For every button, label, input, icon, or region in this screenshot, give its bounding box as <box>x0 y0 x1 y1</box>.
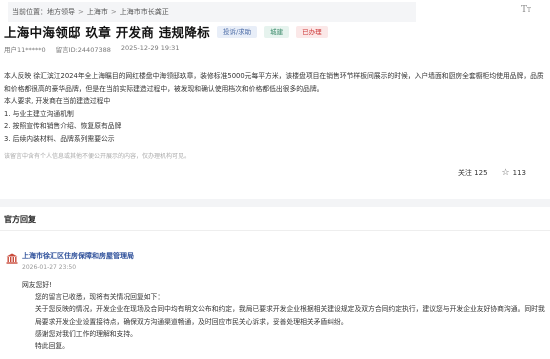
follow-label: 关注 <box>457 169 472 177</box>
breadcrumb-prefix: 当前位置： <box>12 8 47 16</box>
message-id: 留言ID:24407388 <box>55 46 111 54</box>
page-title: 上海中海领邸 玖章 开发商 违规降标 <box>4 25 210 40</box>
list-item: 1. 与业主建立沟通机制 <box>4 109 74 118</box>
font-size-icon[interactable]: TT <box>521 5 531 15</box>
divider <box>0 230 550 231</box>
content-paragraph: 本人要求, 开发商在当前建造过程中 <box>4 97 111 105</box>
action-bar: 关注 125 ☆ 113 <box>458 168 526 178</box>
domain-tag: 城建 <box>264 25 290 38</box>
reply-date: 2026-01-27 23:50 <box>22 264 77 271</box>
breadcrumb-item-mayor[interactable]: 上海市市长龚正 <box>120 7 169 17</box>
government-building-icon <box>6 253 18 264</box>
reply-body: 网友您好! 您的留言已收悉，现将有关情况回复如下： 关于您反映的情况，开发企业在… <box>22 279 547 352</box>
follow-count: 125 <box>474 169 488 177</box>
reply-line: 感谢您对我们工作的理解和支持。 <box>35 329 137 338</box>
section-divider <box>0 199 550 207</box>
privacy-note: 该留言中含有个人信息或其他不便公开展示的内容，仅办理机构可见。 <box>4 153 191 160</box>
list-item: 3. 后续内装材料、品牌系列需要公示 <box>4 134 115 143</box>
breadcrumb: 当前位置： 地方领导 > 上海市 > 上海市市长龚正 <box>8 2 416 22</box>
breadcrumb-separator: > <box>78 8 84 16</box>
title-row: 上海中海领邸 玖章 开发商 违规降标 投诉/求助 城建 已办理 <box>4 22 328 41</box>
status-badge: 已办理 <box>296 25 328 38</box>
category-tag: 投诉/求助 <box>216 25 258 38</box>
org-name: 上海市徐汇区住房保障和房屋管理局 <box>22 252 134 260</box>
reply-line: 特此回复。 <box>35 342 69 351</box>
message-datetime: 2025-12-29 19:31 <box>120 44 180 52</box>
breadcrumb-item-leaders[interactable]: 地方领导 <box>47 7 75 17</box>
reply-greeting: 网友您好! <box>22 281 52 289</box>
breadcrumb-separator: > <box>110 8 117 16</box>
reply-line: 您的留言已收悉，现将有关情况回复如下： <box>35 293 165 302</box>
message-meta: 用户11*****0 留言ID:24407388 2025-12-29 19:3… <box>4 44 179 54</box>
breadcrumb-item-shanghai[interactable]: 上海市 <box>87 7 108 17</box>
follow-button[interactable]: 关注 125 <box>458 168 488 178</box>
star-icon: ☆ <box>501 168 510 178</box>
content-paragraph: 本人反映 徐汇滨江2024年全上海瞩目的网红楼盘中海领邸玖章，装修标准5000元… <box>4 72 544 93</box>
list-item: 2. 按照宣传和销售介绍、恢复原有品牌 <box>4 122 122 130</box>
reply-line: 关于您反映的情况，开发企业在现场及合同中均有明文公布和约定，我局已要求开发企业根… <box>35 305 545 326</box>
reply-section-title: 官方回复 <box>4 215 36 224</box>
star-button[interactable]: ☆ 113 <box>502 168 526 178</box>
star-count: 113 <box>512 169 526 177</box>
message-content: 本人反映 徐汇滨江2024年全上海瞩目的网红楼盘中海领邸玖章，装修标准5000元… <box>4 70 544 145</box>
user-name: 用户11*****0 <box>4 46 46 54</box>
